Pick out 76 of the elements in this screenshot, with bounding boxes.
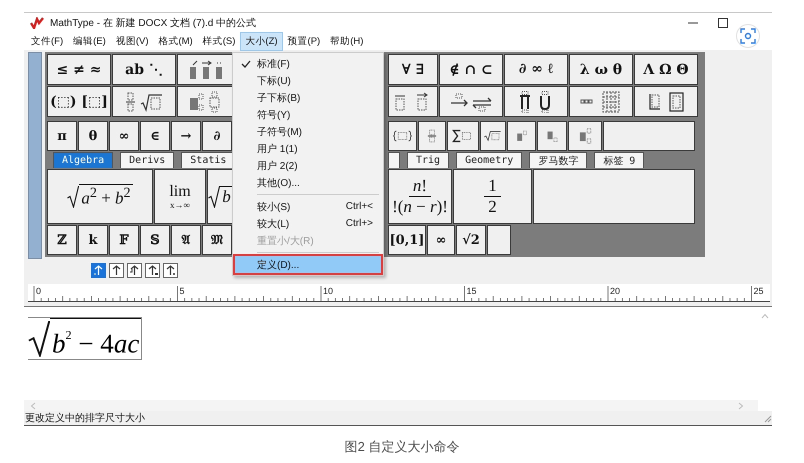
symbol-button[interactable]: √2 bbox=[456, 225, 486, 255]
symbol-button[interactable]: λ ω θ bbox=[569, 54, 633, 85]
symbol-button[interactable]: 𝕊 bbox=[140, 225, 170, 255]
ruler-label: 25 bbox=[754, 286, 764, 296]
resize-grip-icon[interactable] bbox=[763, 414, 772, 422]
palette-tab[interactable]: Trig bbox=[407, 152, 450, 168]
symbol-button[interactable]: → bbox=[171, 121, 201, 151]
menu-item[interactable]: 样式(S) bbox=[198, 32, 240, 51]
nudge-button-icon[interactable] bbox=[109, 263, 124, 278]
palette-tab[interactable]: 标签 9 bbox=[594, 152, 644, 168]
maximize-icon[interactable] bbox=[718, 18, 728, 28]
palette-tab[interactable]: Geometry bbox=[456, 152, 522, 168]
window-title: MathType - 在 新建 DOCX 文档 (7).d 中的公式 bbox=[50, 16, 256, 30]
symbol-button[interactable]: ∂ ∞ ℓ bbox=[504, 54, 568, 85]
menu-item[interactable]: 格式(M) bbox=[153, 32, 198, 51]
menu-item[interactable]: 大小(Z) bbox=[240, 32, 283, 51]
symbol-button[interactable]: ab ⋱ bbox=[112, 54, 176, 85]
nudge-button-icon[interactable] bbox=[145, 263, 160, 278]
menu-item[interactable]: 帮助(H) bbox=[325, 32, 368, 51]
symbol-button[interactable]: ∈ bbox=[140, 121, 170, 151]
symbol-button[interactable]: 𝔐 bbox=[202, 225, 232, 255]
fraction-template[interactable]: n! !(n − r)! bbox=[388, 169, 452, 224]
symbol-button[interactable]: Λ Ω Θ bbox=[634, 54, 698, 85]
empty-slot[interactable] bbox=[487, 225, 511, 255]
menu-option[interactable]: 较大(L) Ctrl+> bbox=[235, 215, 381, 232]
palette-tab[interactable]: Algebra bbox=[53, 152, 114, 168]
menu-item[interactable]: 预置(P) bbox=[282, 32, 326, 51]
menu-option[interactable]: 用户 1(1) bbox=[235, 140, 381, 157]
figure-caption: 图2 自定义大小命令 bbox=[344, 438, 460, 456]
ruler-label: 20 bbox=[610, 286, 620, 296]
symbol-button[interactable]: ∉ ∩ ⊂ bbox=[439, 54, 503, 85]
symbol-button[interactable]: k bbox=[78, 225, 108, 255]
symbol-button[interactable]: [0,1] bbox=[388, 225, 426, 255]
symbol-button[interactable]: (⬚) [⬚] bbox=[47, 86, 111, 117]
symbol-button[interactable]: ∞ bbox=[109, 121, 139, 151]
equation: b$^{2}$ − 4ac bbox=[50, 318, 142, 360]
app-logo-icon bbox=[30, 17, 44, 29]
symbol-button[interactable]: ≤ ≠ ≈ bbox=[47, 54, 111, 85]
scan-icon bbox=[740, 28, 756, 44]
fraction-template[interactable]: 1 2 bbox=[453, 169, 532, 224]
menu-option[interactable]: 子下标(B) bbox=[235, 89, 381, 106]
ruler-label: 10 bbox=[323, 286, 334, 296]
menu-item[interactable]: 编辑(E) bbox=[68, 32, 111, 51]
arrow-template-icon[interactable] bbox=[449, 90, 493, 112]
ruler-label: 15 bbox=[466, 286, 477, 296]
equation-editor[interactable]: b$^{2}$ − 4ac bbox=[24, 306, 772, 411]
symbol-button[interactable]: θ bbox=[78, 121, 108, 151]
menu-option[interactable]: 用户 2(2) bbox=[235, 157, 381, 174]
menu-option[interactable]: 标准(F) bbox=[235, 55, 381, 72]
menu-item[interactable]: 文件(F) bbox=[26, 32, 68, 51]
radical-sign-icon bbox=[208, 186, 220, 208]
ruler-label: 5 bbox=[180, 286, 185, 296]
status-text: 更改定义中的排字尺寸大小 bbox=[25, 412, 145, 425]
limit-template[interactable]: lim x→∞ bbox=[154, 169, 206, 224]
nudge-button-icon[interactable] bbox=[127, 263, 142, 278]
menu-item[interactable]: 视图(V) bbox=[110, 32, 154, 51]
symbol-button[interactable]: ∀ ∃ bbox=[388, 54, 438, 85]
symbol-button[interactable]: ∂ bbox=[202, 121, 232, 151]
menu-option[interactable]: 定义(D)... bbox=[235, 256, 381, 273]
radical-sign-icon bbox=[28, 320, 50, 357]
symbol-button[interactable]: ℤ bbox=[47, 225, 77, 255]
palette-tab[interactable]: Derivs bbox=[120, 152, 174, 168]
palette-tab[interactable]: 罗马数字 bbox=[529, 152, 588, 168]
menu-option[interactable]: 符号(Y) bbox=[235, 106, 381, 123]
menu-option[interactable]: 下标(U) bbox=[235, 72, 381, 89]
menu-option[interactable]: 其他(O)... bbox=[235, 174, 381, 191]
symbol-button[interactable]: ∞ bbox=[427, 225, 455, 255]
radical-sign-icon bbox=[67, 186, 80, 208]
symbol-button[interactable]: 𝔽 bbox=[109, 225, 139, 255]
palette-tab[interactable] bbox=[388, 152, 400, 168]
menu-option[interactable]: 子符号(M) bbox=[235, 123, 381, 140]
nudge-button-icon[interactable] bbox=[163, 263, 178, 278]
ruler-label: 0 bbox=[36, 286, 42, 296]
symbol-button[interactable]: 𝔄 bbox=[171, 225, 201, 255]
symbol-button[interactable]: π bbox=[47, 121, 77, 151]
menu-option[interactable]: 较小(S) Ctrl+< bbox=[235, 198, 381, 215]
